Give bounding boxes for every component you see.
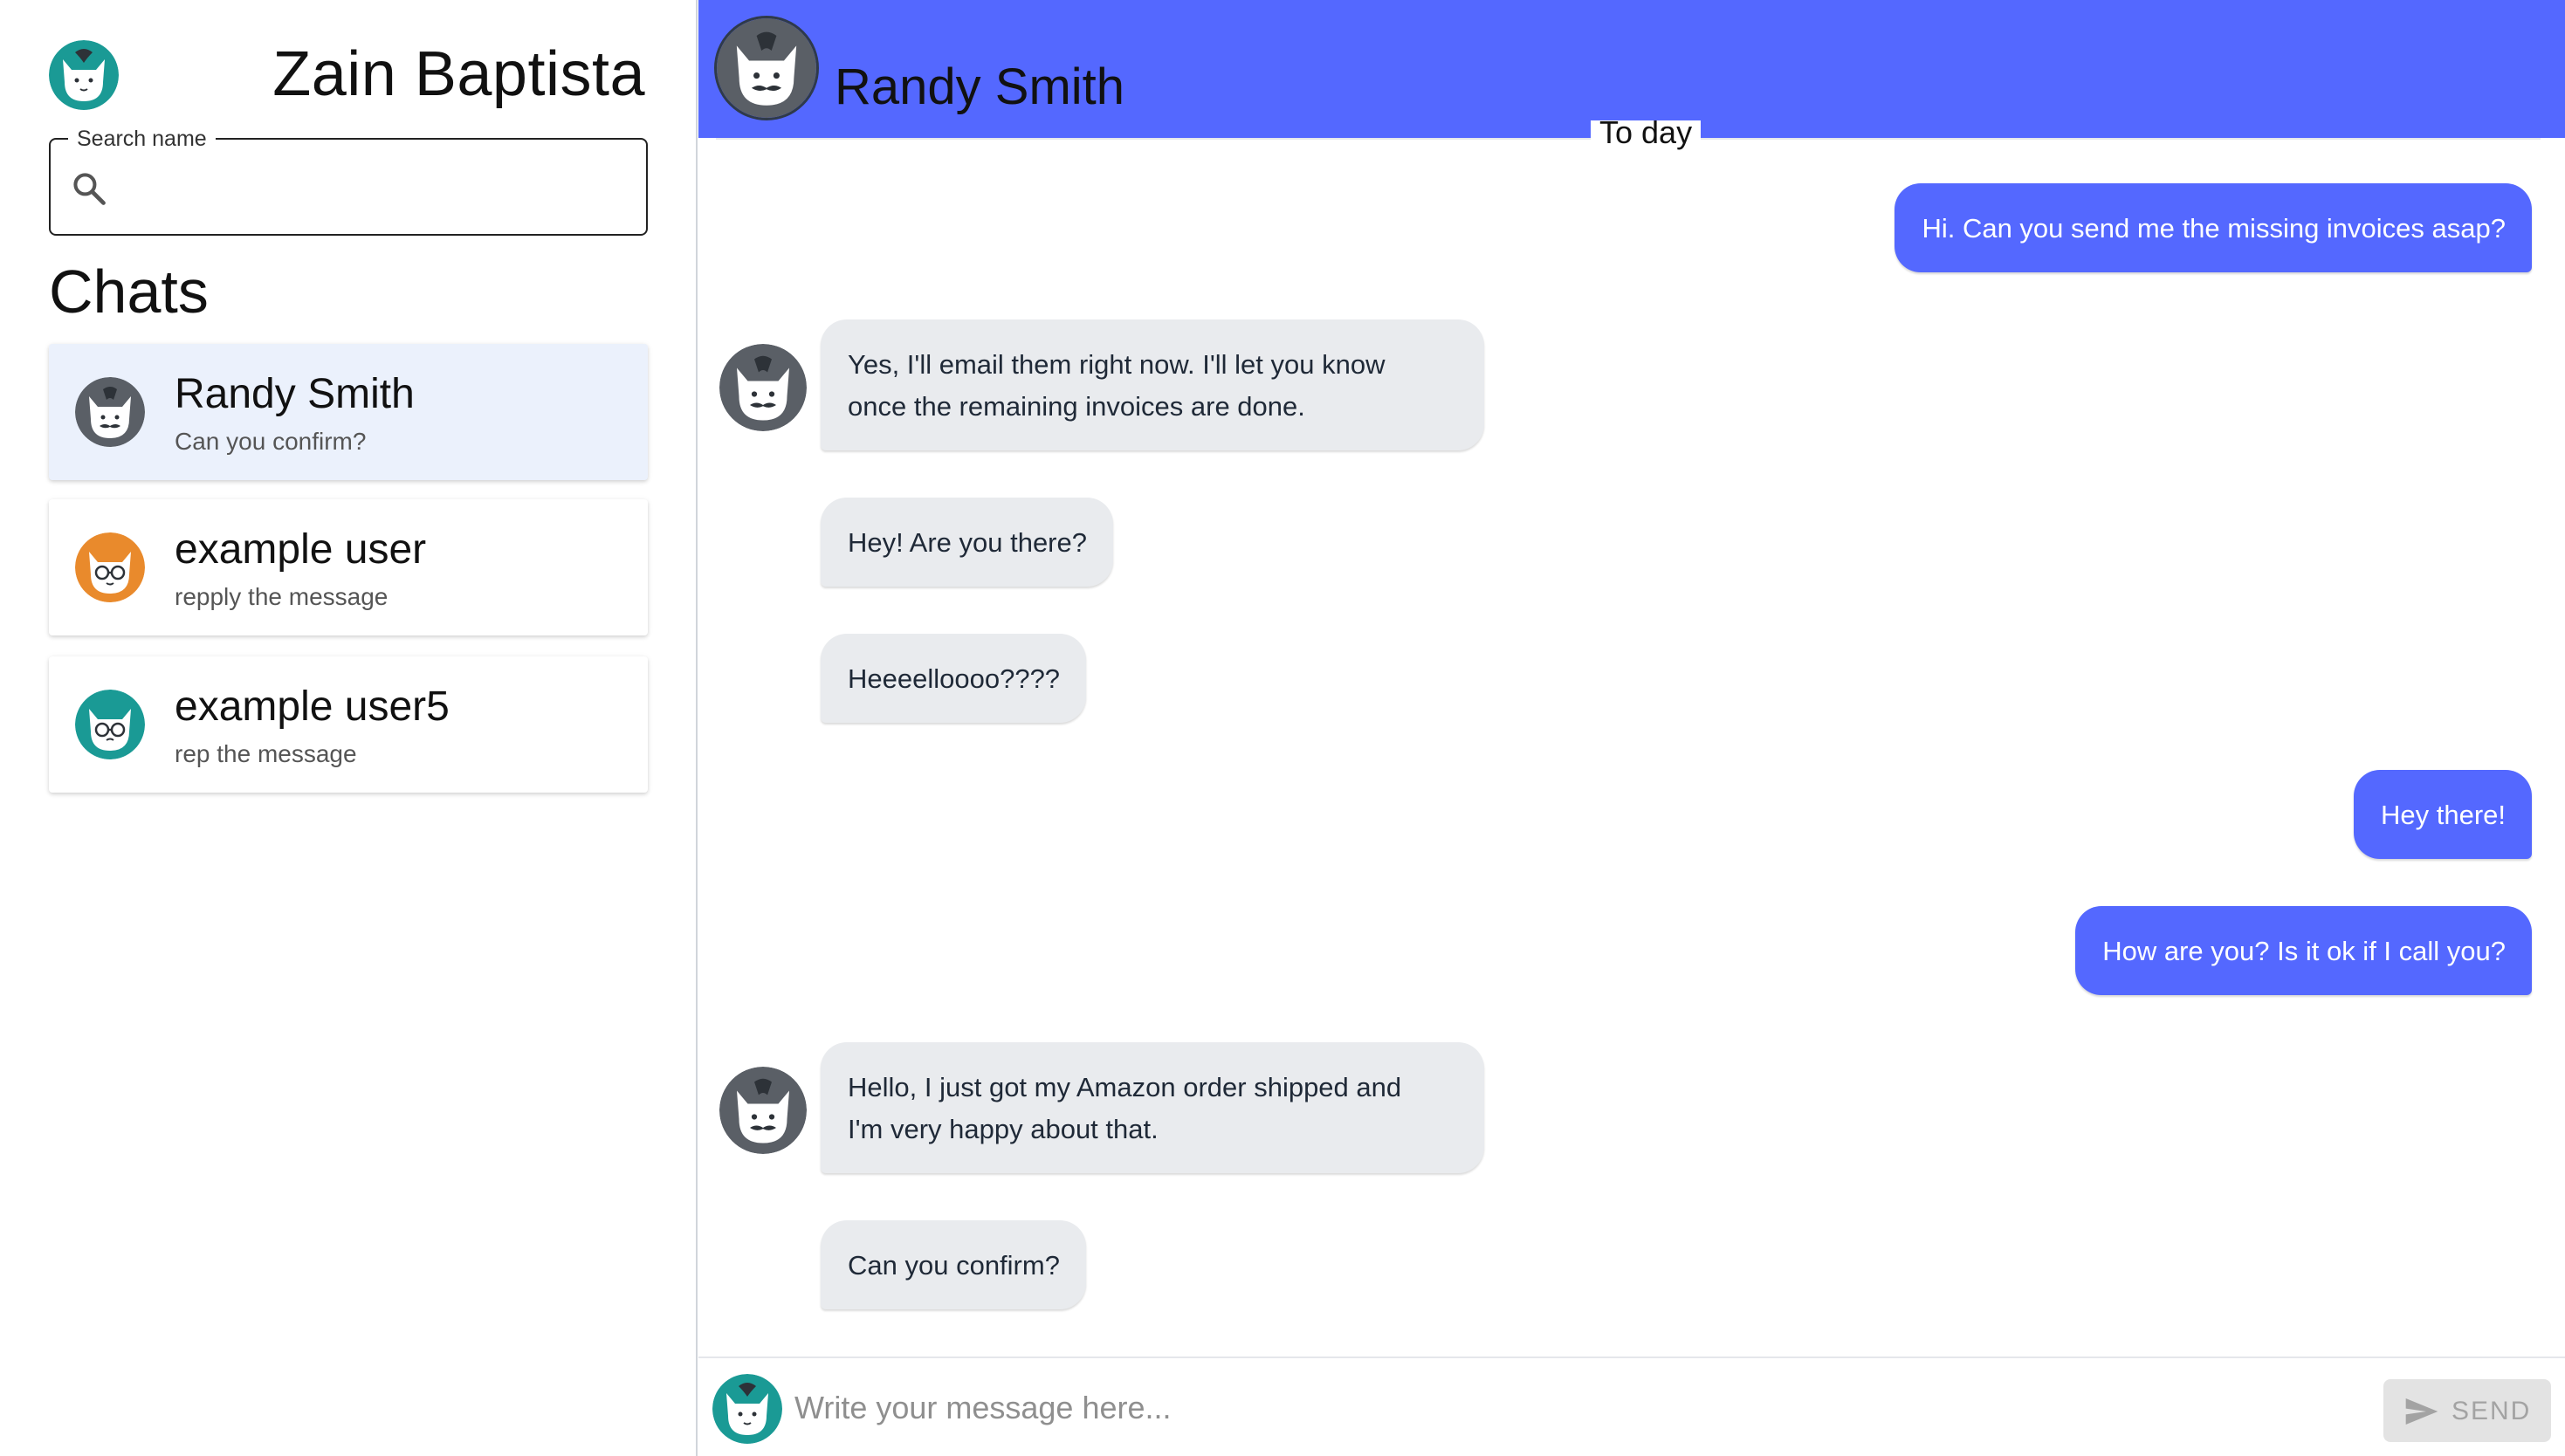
- chat-avatar: [75, 377, 145, 447]
- day-label-text: To day: [1599, 120, 1693, 150]
- chat-item-name: example user5: [175, 683, 450, 730]
- chat-avatar: [75, 532, 145, 602]
- message-line: Hello, I just got my Amazon order shippe…: [848, 1072, 1402, 1102]
- conversation-panel: Randy Smith To day Hi. Can you send me t…: [698, 0, 2565, 1456]
- message-line: Hi. Can you send me the missing invoices…: [1922, 213, 2506, 244]
- teal-cat-avatar-icon: [712, 1374, 782, 1444]
- message-outgoing: How are you? Is it ok if I call you?: [2075, 906, 2532, 995]
- conversation-header: Randy Smith: [698, 0, 2565, 138]
- chat-item-name: example user: [175, 526, 427, 573]
- current-user-avatar[interactable]: [49, 40, 119, 110]
- search-field[interactable]: Search name: [49, 126, 648, 236]
- message-sender-avatar: [719, 1067, 807, 1154]
- search-icon: [73, 173, 106, 205]
- message-line: once the remaining invoices are done.: [848, 391, 1305, 422]
- chat-item-preview: repply the message: [175, 583, 389, 610]
- message-line: Can you confirm?: [848, 1250, 1060, 1281]
- message-line: Hey! Are you there?: [848, 527, 1087, 558]
- message-incoming: Hello, I just got my Amazon order shippe…: [821, 1042, 1484, 1173]
- message-outgoing: Hey there!: [2353, 770, 2532, 859]
- chats-heading: Chats: [49, 258, 209, 326]
- send-button[interactable]: SEND: [2383, 1379, 2551, 1442]
- message-incoming: Heeeelloooo????: [821, 634, 1087, 723]
- chat-item-example-user[interactable]: example user repply the message: [49, 499, 648, 635]
- current-user-name: Zain Baptista: [272, 39, 645, 109]
- message-incoming: Yes, I'll email them right now. I'll let…: [821, 319, 1484, 450]
- contact-avatar[interactable]: [714, 16, 819, 120]
- chat-avatar: [75, 690, 145, 759]
- day-label: To day: [1591, 120, 1702, 155]
- chat-item-randy-smith[interactable]: Randy Smith Can you confirm?: [49, 344, 648, 480]
- search-input[interactable]: [126, 157, 632, 218]
- message-line: Heeeelloooo????: [848, 663, 1061, 694]
- contact-name: Randy Smith: [835, 58, 1125, 115]
- chat-item-example-user5[interactable]: example user5 rep the message: [49, 656, 648, 793]
- message-line: Yes, I'll email them right now. I'll let…: [848, 349, 1386, 380]
- send-arrow-icon: [2405, 1398, 2438, 1425]
- teal-cat-avatar-icon: [49, 40, 119, 110]
- grey-cat-mustache-avatar-icon: [719, 344, 807, 431]
- message-line: How are you? Is it ok if I call you?: [2102, 936, 2506, 966]
- message-outgoing: Hi. Can you send me the missing invoices…: [1895, 183, 2532, 272]
- message-incoming: Can you confirm?: [821, 1220, 1086, 1309]
- teal-cat-glasses-avatar-icon: [75, 690, 145, 759]
- grey-cat-mustache-avatar-icon: [719, 1067, 807, 1154]
- chat-item-preview: rep the message: [175, 740, 357, 767]
- message-composer: SEND: [698, 1356, 2565, 1456]
- sidebar: Zain Baptista Search name Chats Randy Sm…: [0, 0, 698, 1456]
- send-button-label: SEND: [2452, 1397, 2532, 1425]
- chat-item-name: Randy Smith: [175, 371, 415, 417]
- current-user-avatar: [712, 1374, 782, 1444]
- search-label: Search name: [68, 126, 216, 152]
- orange-cat-glasses-avatar-icon: [75, 532, 145, 602]
- message-incoming: Hey! Are you there?: [821, 498, 1113, 587]
- message-line: Hey there!: [2380, 800, 2506, 830]
- grey-cat-mustache-avatar-icon: [717, 18, 816, 118]
- chat-item-preview: Can you confirm?: [175, 428, 367, 455]
- message-input[interactable]: [794, 1377, 2191, 1439]
- message-sender-avatar: [719, 344, 807, 431]
- grey-cat-mustache-avatar-icon: [75, 377, 145, 447]
- message-line: I'm very happy about that.: [848, 1114, 1159, 1144]
